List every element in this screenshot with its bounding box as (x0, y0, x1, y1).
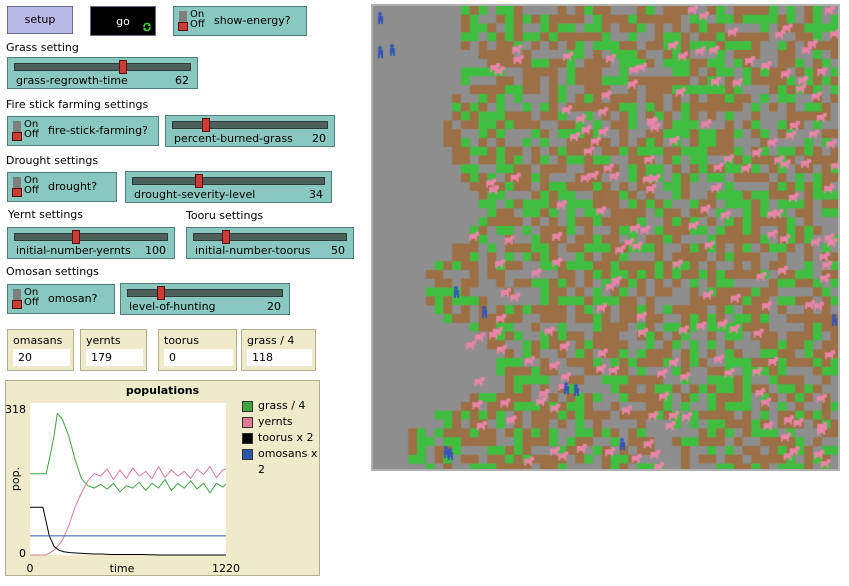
monitor-toorus: toorus 0 (158, 329, 237, 371)
y-max-label: 318 (6, 403, 26, 416)
monitor-label: yernts (86, 334, 121, 347)
switch-off-label: Off (190, 19, 205, 30)
monitor-omasans: omasans 20 (7, 329, 74, 371)
y-axis-label: pop. (9, 467, 22, 491)
world-view[interactable] (371, 4, 840, 471)
switch-knob[interactable] (12, 188, 22, 197)
monitor-label: omasans (13, 334, 63, 347)
percent-burned-grass-slider[interactable]: percent-burned-grass 20 (165, 115, 335, 147)
monitor-value: 179 (86, 349, 143, 366)
slider-label: initial-number-yernts (16, 244, 131, 257)
world-canvas (373, 6, 838, 469)
x-max-label: 1220 (212, 562, 240, 575)
legend-item: grass / 4 (242, 398, 319, 414)
slider-value: 20 (267, 300, 281, 313)
slider-label: level-of-hunting (129, 300, 216, 313)
show-energy-label: show-energy? (214, 14, 291, 27)
slider-value: 100 (145, 244, 166, 257)
drought-label: drought? (48, 180, 98, 193)
slider-label: grass-regrowth-time (16, 74, 128, 87)
slider-thumb[interactable] (118, 60, 127, 74)
switch-knob[interactable] (12, 300, 22, 309)
omosan-switch[interactable]: On Off omosan? (7, 284, 115, 314)
legend-swatch (242, 417, 253, 428)
slider-label: initial-number-toorus (195, 244, 311, 257)
section-omosan-settings: Omosan settings (6, 265, 99, 278)
monitor-label: toorus (164, 334, 199, 347)
fire-stick-farming-switch[interactable]: On Off fire-stick-farming? (7, 116, 159, 146)
monitor-value: 20 (13, 349, 70, 366)
omosan-label: omosan? (48, 292, 98, 305)
forever-icon (143, 22, 151, 32)
level-of-hunting-slider[interactable]: level-of-hunting 20 (120, 283, 290, 315)
legend-item: toorus x 2 (242, 430, 319, 446)
legend-item: omosans x 2 (242, 446, 319, 476)
slider-label: drought-severity-level (134, 188, 256, 201)
section-tooru-settings: Tooru settings (186, 209, 264, 222)
slider-value: 20 (312, 132, 326, 145)
legend-swatch (242, 449, 253, 460)
grass-regrowth-time-slider[interactable]: grass-regrowth-time 62 (7, 57, 198, 89)
section-yernt-settings: Yernt settings (8, 208, 84, 221)
switch-knob[interactable] (12, 132, 22, 141)
monitor-grass: grass / 4 118 (241, 329, 316, 371)
switch-off-label: Off (24, 297, 39, 308)
slider-groove (14, 63, 191, 71)
slider-groove (132, 177, 325, 185)
slider-thumb[interactable] (156, 286, 165, 300)
drought-switch[interactable]: On Off drought? (7, 172, 117, 202)
slider-value: 50 (331, 244, 345, 257)
slider-groove (193, 233, 347, 241)
monitor-label: grass / 4 (247, 334, 295, 347)
slider-value: 62 (175, 74, 189, 87)
switch-off-label: Off (24, 129, 39, 140)
slider-thumb[interactable] (222, 230, 231, 244)
legend-label: yernts (258, 415, 293, 428)
legend-label: grass / 4 (258, 399, 306, 412)
legend-label: toorus x 2 (258, 431, 314, 444)
initial-number-toorus-slider[interactable]: initial-number-toorus 50 (186, 227, 354, 259)
section-grass-setting: Grass setting (6, 41, 79, 54)
go-button[interactable]: go (90, 6, 156, 36)
go-button-label: go (116, 15, 130, 28)
slider-thumb[interactable] (201, 118, 210, 132)
switch-knob[interactable] (178, 22, 188, 31)
slider-value: 34 (309, 188, 323, 201)
switch-off-label: Off (24, 185, 39, 196)
section-fire-stick-farming: Fire stick farming settings (6, 98, 149, 111)
slider-groove (172, 121, 328, 129)
slider-groove (14, 233, 168, 241)
slider-groove (127, 289, 283, 297)
fire-stick-farming-label: fire-stick-farming? (48, 124, 148, 137)
monitor-value: 0 (164, 349, 233, 366)
slider-thumb[interactable] (194, 174, 203, 188)
monitor-value: 118 (247, 349, 312, 366)
x-min-label: 0 (27, 562, 34, 575)
legend-item: yernts (242, 414, 319, 430)
slider-label: percent-burned-grass (174, 132, 293, 145)
populations-plot: populations 318 0 0 1220 time pop. grass… (5, 380, 320, 576)
section-drought-settings: Drought settings (6, 154, 99, 167)
monitor-yernts: yernts 179 (80, 329, 147, 371)
plot-area (30, 403, 226, 555)
x-axis-label: time (110, 562, 135, 575)
y-min-label: 0 (19, 547, 26, 560)
legend-swatch (242, 433, 253, 444)
slider-thumb[interactable] (72, 230, 81, 244)
plot-legend: grass / 4 yernts toorus x 2 omosans x 2 (242, 398, 319, 476)
legend-swatch (242, 401, 253, 412)
show-energy-switch[interactable]: On Off show-energy? (173, 6, 307, 36)
drought-severity-level-slider[interactable]: drought-severity-level 34 (125, 171, 332, 203)
setup-button[interactable]: setup (7, 6, 73, 34)
initial-number-yernts-slider[interactable]: initial-number-yernts 100 (7, 227, 175, 259)
